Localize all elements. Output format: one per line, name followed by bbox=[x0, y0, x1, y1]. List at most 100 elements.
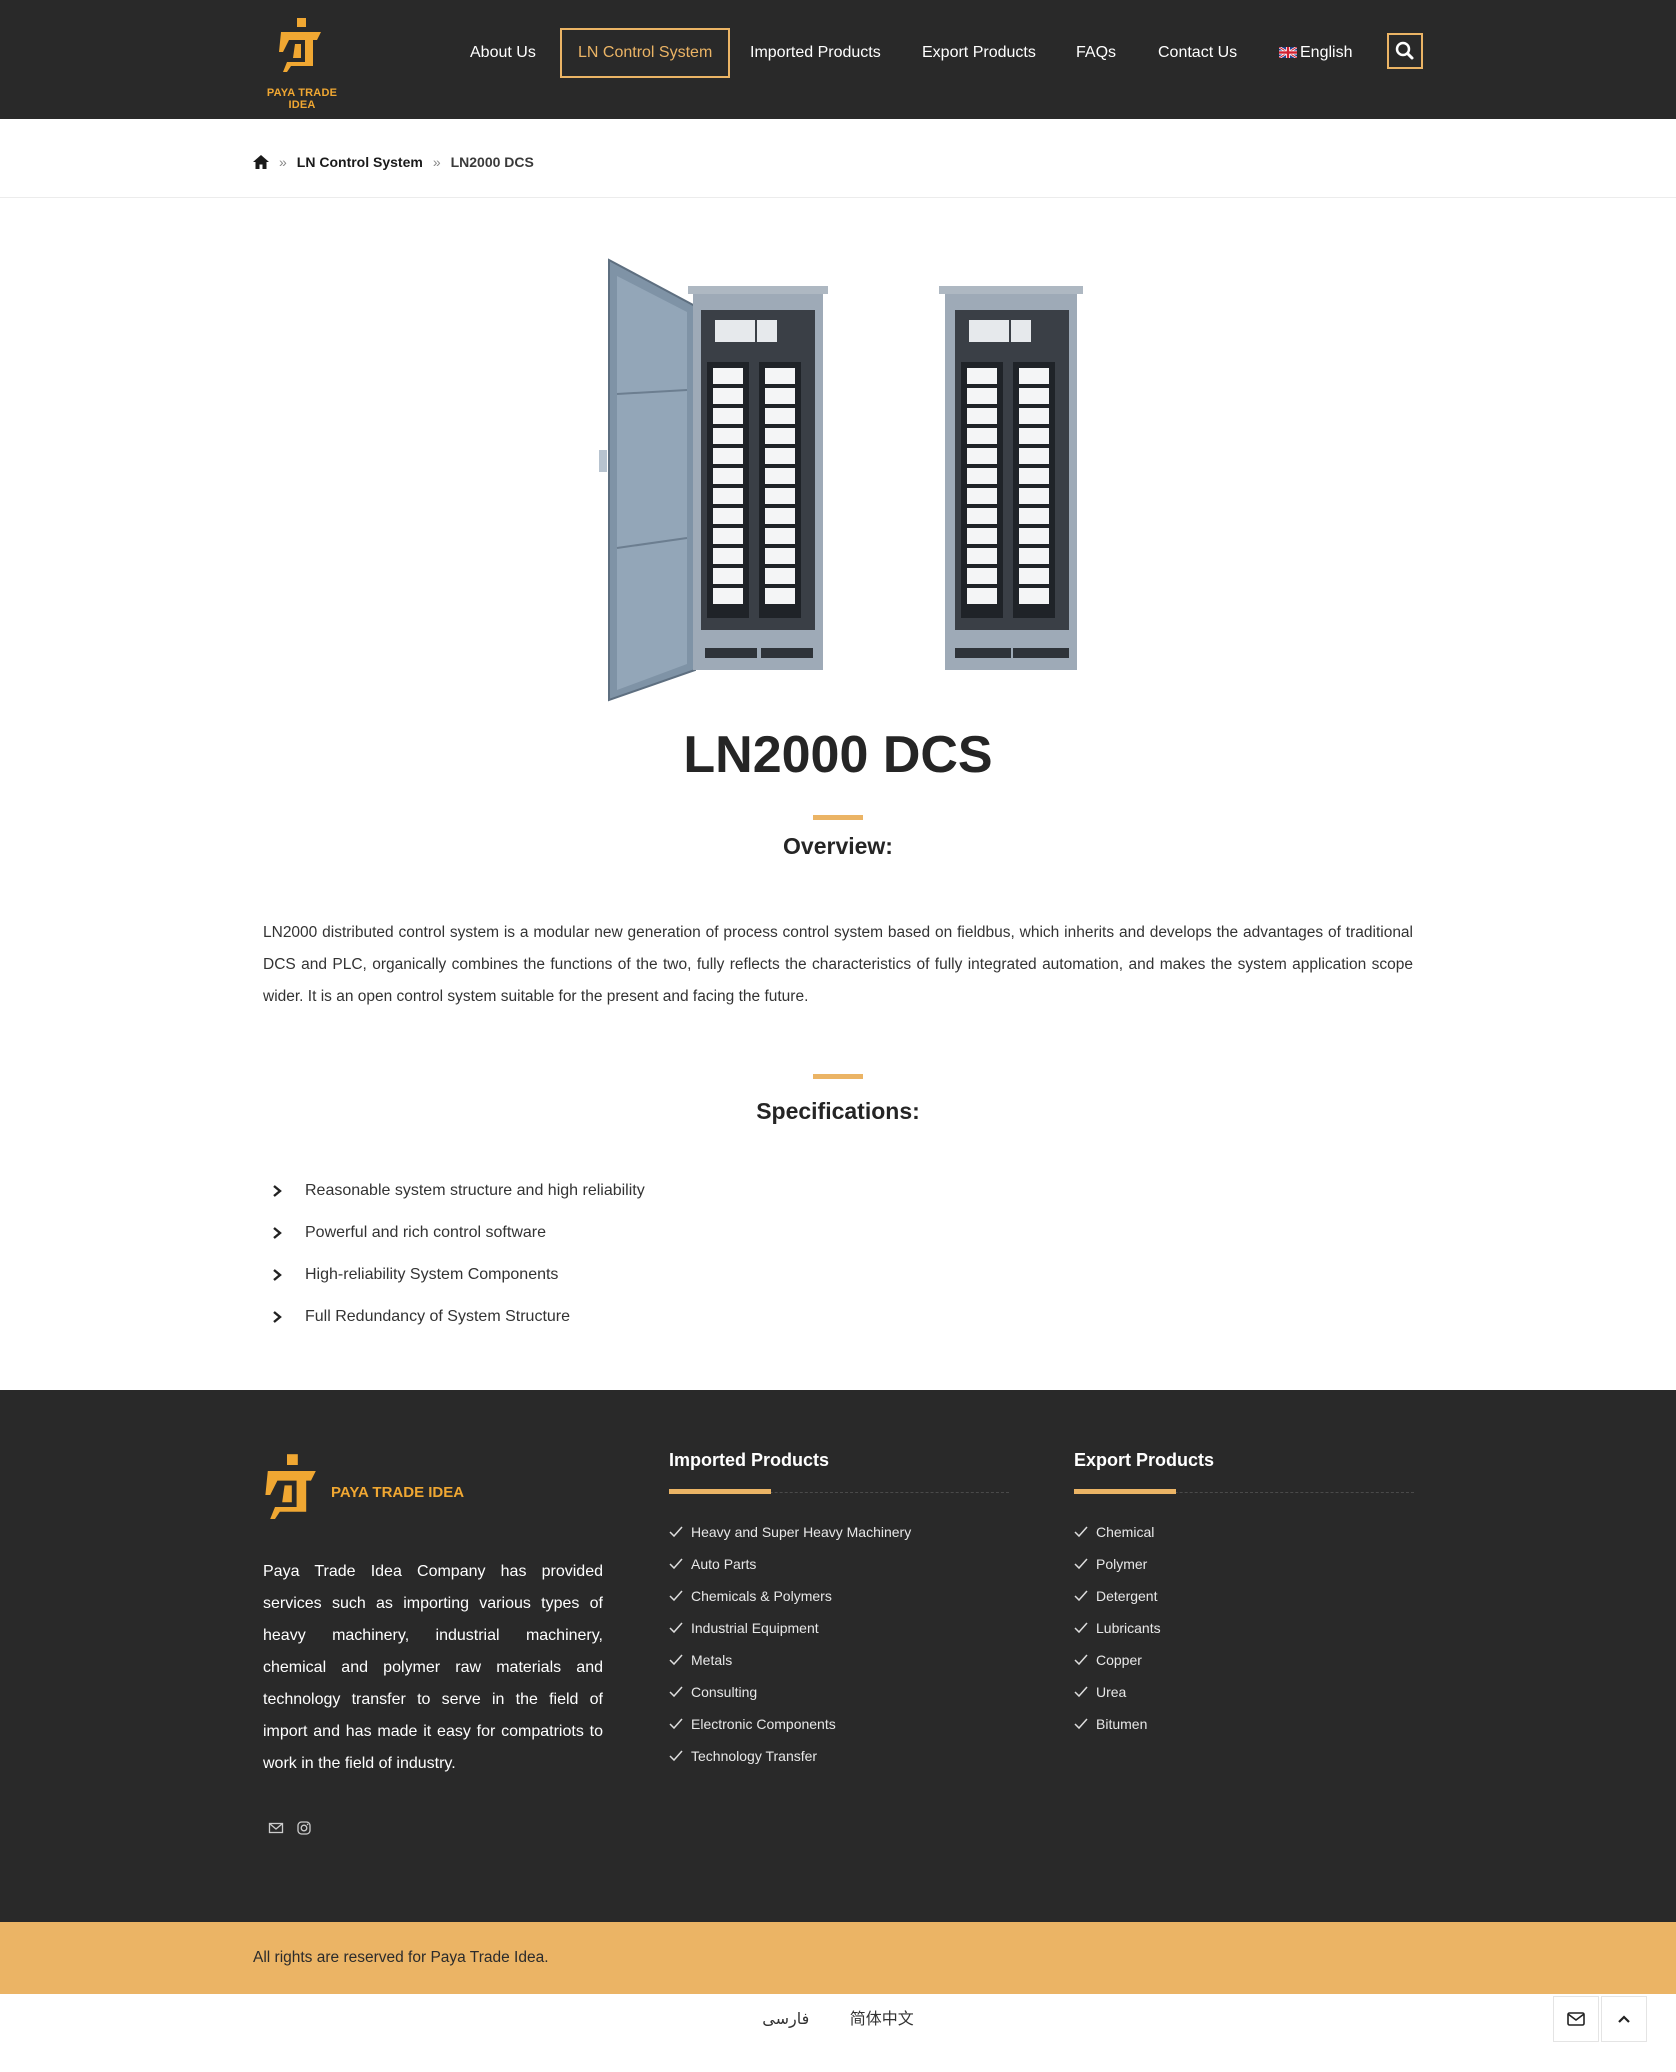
footer-link[interactable]: Auto Parts bbox=[669, 1548, 1009, 1580]
main-nav: About Us LN Control System Imported Prod… bbox=[0, 28, 1676, 78]
footer-link[interactable]: Industrial Equipment bbox=[669, 1612, 1009, 1644]
footer-title-rule bbox=[669, 1488, 1009, 1494]
footer-link-label: Polymer bbox=[1096, 1556, 1148, 1572]
footer-link[interactable]: Polymer bbox=[1074, 1548, 1414, 1580]
footer-link[interactable]: Heavy and Super Heavy Machinery bbox=[669, 1516, 1009, 1548]
footer-export-products: Export Products Chemical Polymer Deterge… bbox=[1074, 1450, 1414, 1740]
mail-icon bbox=[1567, 2012, 1585, 2026]
check-icon bbox=[669, 1526, 683, 1538]
check-icon bbox=[1074, 1558, 1088, 1570]
footer-imported-title: Imported Products bbox=[669, 1450, 830, 1470]
check-icon bbox=[669, 1590, 683, 1602]
footer-link[interactable]: Consulting bbox=[669, 1676, 1009, 1708]
chevron-right-icon bbox=[273, 1227, 282, 1239]
footer-link-label: Chemical bbox=[1096, 1524, 1155, 1540]
footer-link[interactable]: Technology Transfer bbox=[669, 1740, 1009, 1772]
footer-link-label: Industrial Equipment bbox=[691, 1620, 819, 1636]
footer-link[interactable]: Electronic Components bbox=[669, 1708, 1009, 1740]
overview-accent-bar bbox=[813, 815, 863, 820]
footer-logo[interactable]: PAYA TRADE IDEA bbox=[263, 1450, 483, 1530]
specifications-list: Reasonable system structure and high rel… bbox=[270, 1170, 645, 1338]
nav-faqs[interactable]: FAQs bbox=[1076, 28, 1116, 78]
footer-link[interactable]: Lubricants bbox=[1074, 1612, 1414, 1644]
footer-social bbox=[268, 1820, 312, 1836]
footer-link[interactable]: Bitumen bbox=[1074, 1708, 1414, 1740]
check-icon bbox=[669, 1718, 683, 1730]
home-icon[interactable] bbox=[253, 155, 269, 169]
search-button[interactable] bbox=[1387, 33, 1423, 69]
breadcrumb-current: LN2000 DCS bbox=[450, 154, 534, 170]
spec-item: High-reliability System Components bbox=[270, 1254, 645, 1296]
product-image bbox=[595, 250, 1095, 710]
footer-link-label: Auto Parts bbox=[691, 1556, 757, 1572]
check-icon bbox=[669, 1750, 683, 1762]
check-icon bbox=[1074, 1718, 1088, 1730]
footer-link-label: Consulting bbox=[691, 1684, 758, 1700]
footer-link-label: Lubricants bbox=[1096, 1620, 1161, 1636]
breadcrumb-separator-icon: » bbox=[279, 154, 287, 170]
footer-link-label: Copper bbox=[1096, 1652, 1142, 1668]
spec-item: Reasonable system structure and high rel… bbox=[270, 1170, 645, 1212]
footer-link-label: Urea bbox=[1096, 1684, 1127, 1700]
copyright-text: All rights are reserved for Paya Trade I… bbox=[253, 1949, 549, 1966]
spec-item-label: High-reliability System Components bbox=[305, 1266, 559, 1283]
site-header: PAYA TRADE IDEA About Us LN Control Syst… bbox=[0, 0, 1676, 119]
footer-link-label: Metals bbox=[691, 1652, 733, 1668]
overview-heading: Overview: bbox=[783, 833, 893, 859]
check-icon bbox=[1074, 1526, 1088, 1538]
check-icon bbox=[1074, 1590, 1088, 1602]
search-icon bbox=[1395, 41, 1414, 60]
breadcrumb-parent[interactable]: LN Control System bbox=[297, 154, 423, 170]
spec-item: Powerful and rich control software bbox=[270, 1212, 645, 1254]
chevron-right-icon bbox=[273, 1185, 282, 1197]
specifications-accent-bar bbox=[813, 1074, 863, 1079]
language-switcher: فارسی 简体中文 bbox=[0, 2005, 1676, 2029]
product-title: LN2000 DCS bbox=[683, 726, 993, 784]
header-divider bbox=[0, 197, 1676, 198]
chevron-right-icon bbox=[273, 1311, 282, 1323]
footer-link-label: Chemicals & Polymers bbox=[691, 1588, 832, 1604]
footer-title-rule bbox=[1074, 1488, 1414, 1494]
nav-export-products[interactable]: Export Products bbox=[922, 28, 1036, 78]
nav-language[interactable]: English bbox=[1279, 28, 1352, 78]
footer-link-label: Electronic Components bbox=[691, 1716, 836, 1732]
check-icon bbox=[1074, 1686, 1088, 1698]
chevron-up-icon bbox=[1618, 2015, 1630, 2023]
scroll-top-button[interactable] bbox=[1601, 1996, 1647, 2042]
language-persian[interactable]: فارسی bbox=[762, 2011, 809, 2028]
footer-link[interactable]: Urea bbox=[1074, 1676, 1414, 1708]
uk-flag-icon bbox=[1279, 47, 1297, 58]
contact-mail-button[interactable] bbox=[1553, 1996, 1599, 2042]
specifications-heading: Specifications: bbox=[756, 1098, 920, 1124]
footer-logo-text: PAYA TRADE IDEA bbox=[331, 1484, 465, 1501]
language-label: English bbox=[1300, 44, 1353, 61]
footer-link-label: Technology Transfer bbox=[691, 1748, 818, 1764]
footer-link[interactable]: Chemical bbox=[1074, 1516, 1414, 1548]
logo-mark bbox=[265, 1454, 316, 1519]
spec-item-label: Full Redundancy of System Structure bbox=[305, 1308, 571, 1325]
instagram-icon[interactable] bbox=[296, 1820, 312, 1836]
nav-about-us[interactable]: About Us bbox=[470, 28, 536, 78]
footer-link[interactable]: Chemicals & Polymers bbox=[669, 1580, 1009, 1612]
chevron-right-icon bbox=[273, 1269, 282, 1281]
footer-link[interactable]: Detergent bbox=[1074, 1580, 1414, 1612]
footer-link[interactable]: Copper bbox=[1074, 1644, 1414, 1676]
language-chinese[interactable]: 简体中文 bbox=[850, 2011, 914, 2028]
breadcrumb-separator-icon: » bbox=[432, 154, 441, 170]
site-footer: PAYA TRADE IDEA Paya Trade Idea Company … bbox=[0, 1390, 1676, 1922]
nav-contact-us[interactable]: Contact Us bbox=[1158, 28, 1237, 78]
mail-icon[interactable] bbox=[268, 1820, 284, 1836]
footer-link[interactable]: Metals bbox=[669, 1644, 1009, 1676]
overview-text: LN2000 distributed control system is a m… bbox=[263, 924, 1413, 1005]
footer-link-label: Heavy and Super Heavy Machinery bbox=[691, 1524, 912, 1540]
check-icon bbox=[669, 1686, 683, 1698]
check-icon bbox=[669, 1622, 683, 1634]
nav-imported-products[interactable]: Imported Products bbox=[750, 28, 881, 78]
footer-about-text: Paya Trade Idea Company has provided ser… bbox=[263, 1563, 603, 1772]
check-icon bbox=[1074, 1654, 1088, 1666]
footer-link-label: Detergent bbox=[1096, 1588, 1158, 1604]
nav-ln-control-system[interactable]: LN Control System bbox=[560, 28, 731, 78]
footer-link-label: Bitumen bbox=[1096, 1716, 1148, 1732]
footer-export-title: Export Products bbox=[1074, 1450, 1215, 1470]
check-icon bbox=[669, 1654, 683, 1666]
